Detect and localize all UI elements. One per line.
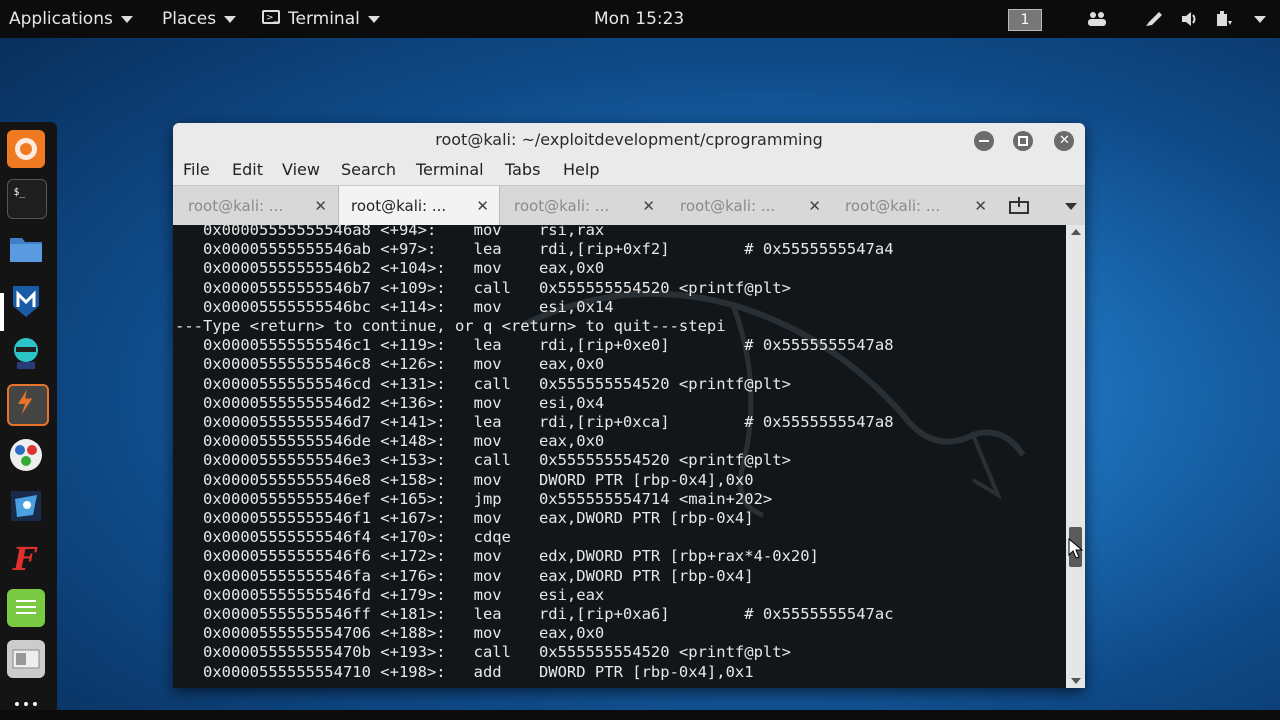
tab-label: root@kali: ... (514, 197, 610, 215)
terminal-scrollbar[interactable] (1066, 225, 1085, 688)
svg-text:$_: $_ (14, 187, 26, 198)
clock[interactable]: Mon 15:23 (594, 0, 684, 38)
terminal-line: 0x00005555555546e8 <+158>: mov DWORD PTR… (175, 470, 754, 489)
tab-label: root@kali: ... (680, 197, 776, 215)
mouse-pointer-icon (1068, 538, 1084, 559)
terminal-line: 0x00005555555546ef <+165>: jmp 0x5555555… (175, 489, 773, 508)
chevron-down-icon (224, 15, 237, 23)
tab-close-icon[interactable]: ✕ (476, 186, 489, 226)
terminal-text: 0x00005555555546a8 <+94>: mov rsi,rax 0x… (175, 225, 894, 682)
terminal-icon: >_ (262, 10, 280, 24)
leafpad-icon[interactable] (7, 589, 45, 627)
terminal-app-menu[interactable]: >_ Terminal (262, 0, 380, 38)
terminal-line: 0x00005555555546f4 <+170>: cdqe (175, 528, 511, 547)
terminal-output[interactable]: 0x00005555555546a8 <+94>: mov rsi,rax 0x… (173, 225, 1066, 688)
tab-close-icon[interactable]: ✕ (642, 186, 655, 226)
power-settings-icon[interactable] (1214, 10, 1234, 28)
tab-5[interactable]: root@kali: ... ✕ (833, 186, 997, 226)
terminal-line: 0x00005555555546cd <+131>: call 0x555555… (175, 374, 791, 393)
bottom-strip (0, 710, 1280, 720)
scroll-up-icon[interactable] (1071, 229, 1081, 235)
applications-label: Applications (9, 9, 113, 29)
terminal-icon[interactable]: $_ (7, 179, 47, 219)
faraday-icon[interactable]: F (7, 538, 45, 578)
metasploit-icon[interactable] (7, 282, 45, 320)
tab-bar: root@kali: ... ✕ root@kali: ... ✕ root@k… (173, 185, 1085, 226)
terminal-line: 0x00005555555546a8 <+94>: mov rsi,rax (175, 225, 605, 239)
files-icon[interactable] (7, 230, 45, 268)
pen-icon[interactable] (1144, 10, 1164, 28)
tab-close-icon[interactable]: ✕ (974, 186, 987, 226)
beef-icon[interactable] (7, 487, 45, 525)
terminal-line: ---Type <return> to continue, or q <retu… (175, 317, 726, 336)
terminal-line: 0x0000555555554710 <+198>: add DWORD PTR… (175, 662, 754, 681)
menu-search[interactable]: Search (341, 160, 396, 179)
terminal-line: 0x00005555555546de <+148>: mov eax,0x0 (175, 432, 605, 451)
terminal-line: 0x00005555555546ff <+181>: lea rdi,[rip+… (175, 605, 894, 624)
workspace-indicator[interactable]: 1 (1008, 9, 1042, 31)
tabs-menu-chevron-icon[interactable] (1065, 203, 1077, 210)
close-window-button[interactable]: ✕ (1054, 131, 1074, 151)
menu-tabs[interactable]: Tabs (505, 160, 540, 179)
armitage-icon[interactable] (7, 333, 45, 371)
minimize-icon (979, 140, 989, 142)
terminal-line: 0x0000555555554706 <+188>: mov eax,0x0 (175, 624, 605, 643)
tab-4[interactable]: root@kali: ... ✕ (667, 186, 831, 226)
terminal-line: 0x00005555555546bc <+114>: mov esi,0x14 (175, 297, 614, 316)
tab-3[interactable]: root@kali: ... ✕ (501, 186, 665, 226)
menu-terminal[interactable]: Terminal (416, 160, 484, 179)
tab-close-icon[interactable]: ✕ (314, 186, 327, 226)
terminal-line: 0x00005555555546fd <+179>: mov esi,eax (175, 585, 605, 604)
places-menu[interactable]: Places (162, 0, 237, 38)
terminal-window: root@kali: ~/exploitdevelopment/cprogram… (173, 123, 1085, 688)
terminal-line: 0x00005555555546e3 <+153>: call 0x555555… (175, 451, 791, 470)
chevron-down-icon (120, 15, 133, 23)
volume-icon[interactable] (1180, 10, 1200, 28)
terminal-line: 0x00005555555546f6 <+172>: mov edx,DWORD… (175, 547, 819, 566)
burpsuite-icon[interactable] (7, 384, 49, 426)
terminal-line: 0x00005555555546f1 <+167>: mov eax,DWORD… (175, 509, 754, 528)
maximize-button[interactable] (1013, 131, 1033, 151)
system-menu-chevron-icon[interactable] (1254, 16, 1266, 23)
terminal-line: 0x00005555555546b2 <+104>: mov eax,0x0 (175, 259, 605, 278)
new-tab-icon[interactable] (1009, 197, 1029, 215)
chevron-down-icon (367, 15, 380, 23)
top-panel: Applications Places >_ Terminal Mon 15:23… (0, 0, 1280, 38)
maximize-icon (1018, 136, 1028, 146)
tab-label: root@kali: ... (845, 197, 941, 215)
tab-close-icon[interactable]: ✕ (808, 186, 821, 226)
tab-2-active[interactable]: root@kali: ... ✕ (338, 186, 500, 226)
tab-label: root@kali: ... (351, 197, 447, 215)
menu-help[interactable]: Help (563, 160, 599, 179)
firefox-icon[interactable] (7, 130, 45, 168)
close-icon: ✕ (1059, 133, 1070, 148)
applications-menu[interactable]: Applications (9, 0, 133, 38)
terminal-line: 0x00005555555546d2 <+136>: mov esi,0x4 (175, 393, 605, 412)
terminal-line: 0x00005555555546d7 <+141>: lea rdi,[rip+… (175, 413, 894, 432)
scroll-down-icon[interactable] (1071, 678, 1081, 684)
minimize-button[interactable] (974, 131, 994, 151)
tab-1[interactable]: root@kali: ... ✕ (173, 186, 337, 226)
terminal-line: 0x000055555555470b <+193>: call 0x555555… (175, 643, 791, 662)
terminal-app-label: Terminal (288, 9, 360, 29)
dock: $_ F (0, 122, 57, 714)
terminal-line: 0x00005555555546b7 <+109>: call 0x555555… (175, 278, 791, 297)
tab-label: root@kali: ... (188, 197, 284, 215)
menu-file[interactable]: File (183, 160, 210, 179)
cutycapt-icon[interactable] (7, 640, 45, 678)
svg-text:F: F (12, 540, 38, 576)
places-label: Places (162, 9, 217, 29)
maltego-icon[interactable] (7, 436, 45, 474)
terminal-line: 0x00005555555546c8 <+126>: mov eax,0x0 (175, 355, 605, 374)
menu-bar: File Edit View Search Terminal Tabs Help (173, 157, 1085, 185)
terminal-line: 0x00005555555546ab <+97>: lea rdi,[rip+0… (175, 240, 894, 259)
active-app-indicator (0, 293, 4, 331)
terminal-line: 0x00005555555546c1 <+119>: lea rdi,[rip+… (175, 336, 894, 355)
menu-view[interactable]: View (282, 160, 320, 179)
window-title: root@kali: ~/exploitdevelopment/cprogram… (435, 130, 823, 149)
menu-edit[interactable]: Edit (232, 160, 263, 179)
terminal-line: 0x00005555555546fa <+176>: mov eax,DWORD… (175, 566, 754, 585)
people-icon[interactable] (1087, 10, 1107, 28)
